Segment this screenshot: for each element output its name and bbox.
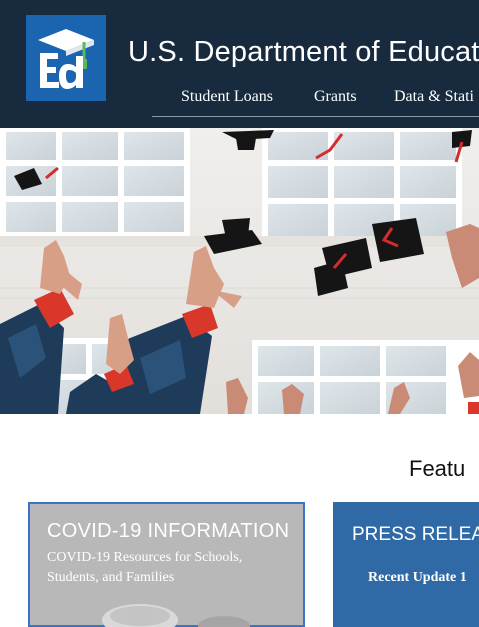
press-card-subtitle: Recent Update 1 [368,570,467,585]
mortarboard-logo-icon [26,15,106,101]
nav-student-loans[interactable]: Student Loans [181,88,273,106]
featured-heading: Featu [409,456,466,481]
nav-divider [152,116,479,117]
nav-data-statistics[interactable]: Data & Stati [394,88,474,106]
nav-grants[interactable]: Grants [314,88,357,106]
site-title[interactable]: U.S. Department of Educat [128,36,479,69]
site-header: U.S. Department of Educat Student Loans … [0,0,479,128]
press-releases-card[interactable]: PRESS RELEA Recent Update 1 [333,502,479,627]
card-photo-hint [102,604,250,627]
hero-image [0,128,479,414]
press-card-title: PRESS RELEA [352,524,479,545]
covid-info-card[interactable]: COVID-19 INFORMATION COVID-19 Resources … [28,502,305,627]
graduation-photo-illustration [0,128,479,414]
ed-logo[interactable] [26,15,106,101]
